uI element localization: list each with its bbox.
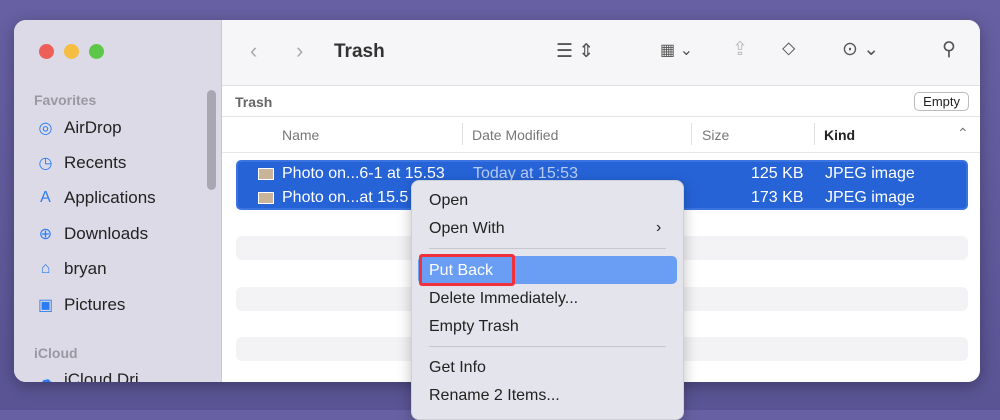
pictures-icon: ▣ [37,297,54,314]
cloud-icon: ☁ [37,372,54,382]
sidebar-scrollbar[interactable] [207,90,216,190]
image-thumbnail-icon [258,168,274,180]
back-icon[interactable]: ‹ [250,38,257,64]
label: Downloads [64,224,149,243]
file-size: 125 KB [751,165,804,182]
share-icon[interactable]: ⇪ [732,38,748,61]
toolbar: ‹ › Trash ☰ ⇕ ▦ ⌄ ⇪ ⬦ ⊙ ⌄ ⚲ [222,20,980,86]
menu-empty-trash[interactable]: Empty Trash [429,318,519,336]
col-kind[interactable]: Kind [824,127,855,143]
col-name[interactable]: Name [282,127,319,143]
label: bryan [64,259,107,278]
label: Applications [64,188,156,207]
window-controls [39,44,104,59]
download-icon: ⊕ [38,226,53,243]
applications-icon: A [40,189,51,206]
sidebar-item-icloud-drive[interactable]: ☁ iCloud Dri [36,370,139,382]
section-favorites: Favorites [34,92,97,108]
label: Pictures [64,295,126,314]
sort-ascending-icon: ⌃ [957,125,969,141]
label: AirDrop [64,118,122,137]
sidebar-item-pictures[interactable]: ▣ Pictures [36,295,125,315]
file-name: Photo on...at 15.5 [282,189,409,206]
sidebar-item-applications[interactable]: A Applications [36,188,156,208]
menu-open[interactable]: Open [429,192,468,210]
file-kind: JPEG image [825,189,915,206]
group-icon[interactable]: ▦ ⌄ [660,40,693,60]
more-icon[interactable]: ⊙ ⌄ [842,38,879,61]
image-thumbnail-icon [258,192,274,204]
path-bar: Trash Empty [222,86,980,117]
clock-icon: ◷ [38,155,53,172]
label: iCloud Dri [64,370,139,382]
col-date[interactable]: Date Modified [472,127,558,143]
menu-delete-immediately[interactable]: Delete Immediately... [429,290,578,308]
home-icon: ⌂ [40,260,51,277]
file-size: 173 KB [751,189,804,206]
chevron-right-icon: › [656,219,662,236]
zoom-button[interactable] [89,44,104,59]
sidebar: Favorites ◎ AirDrop ◷ Recents A Application… [14,20,222,382]
menu-open-with[interactable]: Open With [429,220,505,238]
sidebar-item-downloads[interactable]: ⊕ Downloads [36,224,148,244]
tag-icon[interactable]: ⬦ [782,38,795,60]
path-label: Trash [235,94,273,110]
window-title: Trash [334,41,385,62]
label: Recents [64,153,127,172]
search-icon[interactable]: ⚲ [942,38,956,61]
sidebar-item-airdrop[interactable]: ◎ AirDrop [36,118,122,138]
list-view-icon[interactable]: ☰ ⇕ [556,40,594,63]
empty-button[interactable]: Empty [914,92,969,111]
close-button[interactable] [39,44,54,59]
forward-icon[interactable]: › [296,38,303,64]
sidebar-item-recents[interactable]: ◷ Recents [36,153,127,173]
annotation-box [419,254,515,286]
file-kind: JPEG image [825,165,915,182]
airdrop-icon: ◎ [38,120,53,137]
section-icloud: iCloud [34,345,78,361]
menu-rename[interactable]: Rename 2 Items... [429,387,560,405]
menu-get-info[interactable]: Get Info [429,359,486,377]
context-menu: Open Open With › Put Back Delete Immedia… [411,180,684,420]
col-size[interactable]: Size [702,127,729,143]
minimize-button[interactable] [64,44,79,59]
sidebar-item-bryan[interactable]: ⌂ bryan [36,259,107,279]
column-header: Name Date Modified Size Kind ⌃ [222,117,980,153]
